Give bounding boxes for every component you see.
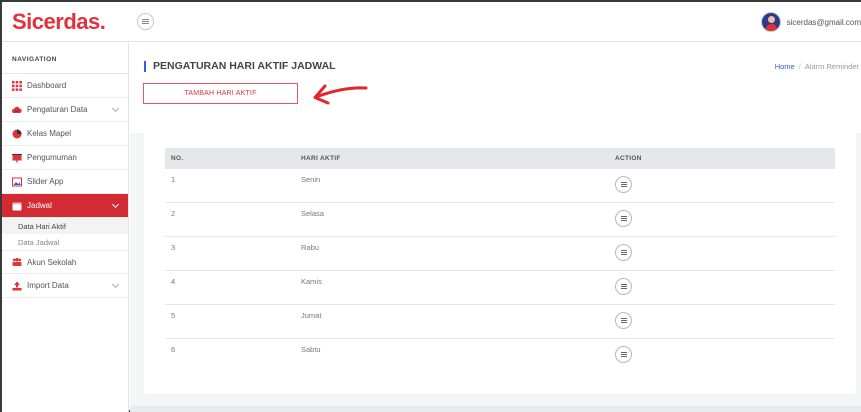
presentation-icon: [12, 153, 22, 162]
sidebar-item-label: Akun Sekolah: [27, 257, 77, 267]
row-action-button[interactable]: [615, 312, 632, 329]
sidebar-item-label: Pengumuman: [27, 153, 77, 162]
table-header: NO. HARI AKTIF ACTION: [165, 148, 835, 169]
sidebar-item-pengaturan-data[interactable]: Pengaturan Data: [2, 98, 128, 122]
calendar-icon: [12, 202, 22, 210]
breadcrumb: Home / Alarm Reminder: [775, 62, 859, 71]
menu-icon: [620, 184, 627, 185]
cell-day: Selasa: [301, 209, 324, 218]
pie-chart-icon: [12, 129, 22, 138]
header-hari-aktif: HARI AKTIF: [301, 155, 341, 162]
cell-no: 5: [171, 311, 176, 320]
sidebar-item-label: Jadwal: [27, 201, 52, 210]
cell-day: Senin: [301, 175, 321, 184]
sidebar-item-import-data[interactable]: Import Data: [2, 274, 128, 298]
top-bar: Sicerdas. sicerdas@gmail.com: [2, 2, 861, 42]
avatar: [760, 12, 781, 32]
row-action-button[interactable]: [615, 346, 632, 363]
row-action-button[interactable]: [615, 176, 632, 193]
row-action-button[interactable]: [615, 278, 632, 295]
sidebar-item-label: Slider App: [27, 177, 64, 186]
breadcrumb-home-link[interactable]: Home: [775, 62, 795, 71]
hamburger-icon: [142, 21, 149, 22]
table-card: NO. HARI AKTIF ACTION 1 Senin 2 Selasa 3…: [144, 126, 856, 394]
table-row: 5 Jumat: [165, 305, 835, 339]
brand-logo[interactable]: Sicerdas.: [12, 9, 106, 35]
page-title: PENGATURAN HARI AKTIF JADWAL: [144, 61, 336, 72]
annotation-arrow-icon: [313, 84, 368, 105]
menu-icon: [620, 218, 627, 219]
table-row: 2 Selasa: [165, 203, 835, 237]
row-action-button[interactable]: [615, 210, 632, 227]
sidebar-subitem-data-hari-aktif[interactable]: Data Hari Aktif: [2, 218, 128, 234]
user-email: sicerdas@gmail.com: [786, 17, 861, 27]
chevron-down-icon: [111, 104, 120, 113]
sidebar-item-akun-sekolah[interactable]: Akun Sekolah: [2, 250, 128, 274]
main-content: PENGATURAN HARI AKTIF JADWAL Home / Alarm …: [130, 43, 861, 412]
cell-no: 1: [171, 175, 176, 184]
cell-no: 2: [171, 209, 176, 218]
grid-icon: [12, 80, 22, 91]
sidebar-subitem-data-jadwal[interactable]: Data Jadwal: [2, 234, 128, 250]
cell-no: 4: [171, 277, 176, 286]
cell-day: Kamis: [301, 277, 322, 286]
sidebar-item-label: Import Data: [27, 281, 69, 290]
chevron-down-icon: [111, 280, 120, 289]
menu-icon: [620, 354, 627, 355]
table-row: 4 Kamis: [165, 271, 835, 305]
cell-no: 6: [171, 345, 176, 354]
footer: [130, 406, 861, 412]
add-active-day-button[interactable]: TAMBAH HARI AKTIF: [143, 83, 298, 104]
user-menu[interactable]: sicerdas@gmail.com: [760, 12, 861, 32]
sidebar-item-label: Pengaturan Data: [27, 105, 88, 114]
table-row: 3 Rabu: [165, 237, 835, 271]
active-days-table: NO. HARI AKTIF ACTION 1 Senin 2 Selasa 3…: [165, 148, 835, 373]
page-header: PENGATURAN HARI AKTIF JADWAL Home / Alarm …: [130, 43, 861, 133]
sidebar-item-dashboard[interactable]: Dashboard: [2, 74, 128, 98]
sidebar: NAVIGATION Dashboard Pengaturan Data Kel…: [2, 43, 129, 412]
menu-icon: [620, 286, 627, 287]
image-icon: [12, 177, 22, 186]
menu-icon: [620, 320, 627, 321]
sidebar-item-jadwal[interactable]: Jadwal: [2, 194, 128, 218]
table-row: 6 Sabtu: [165, 339, 835, 373]
cell-no: 3: [171, 243, 176, 252]
header-action: ACTION: [615, 155, 642, 162]
cell-day: Jumat: [301, 311, 322, 320]
cell-day: Rabu: [301, 243, 319, 252]
cloud-icon: [12, 106, 22, 113]
sidebar-item-label: Dashboard: [27, 81, 67, 90]
nav-title: NAVIGATION: [2, 43, 128, 74]
upload-icon: [12, 281, 22, 290]
sidebar-item-slider-app[interactable]: Slider App: [2, 170, 128, 194]
menu-icon: [620, 252, 627, 253]
cell-day: Sabtu: [301, 345, 321, 354]
sidebar-item-kelas-mapel[interactable]: Kelas Mapel: [2, 122, 128, 146]
table-row: 1 Senin: [165, 169, 835, 203]
breadcrumb-separator: /: [798, 62, 801, 71]
breadcrumb-current: Alarm Reminder: [804, 62, 859, 71]
row-action-button[interactable]: [615, 244, 632, 261]
sidebar-item-pengumuman[interactable]: Pengumuman: [2, 146, 128, 170]
chevron-down-icon: [111, 200, 120, 209]
sidebar-item-label: Kelas Mapel: [27, 129, 72, 138]
header-no: NO.: [171, 155, 184, 162]
users-icon: [12, 258, 22, 266]
menu-toggle-button[interactable]: [137, 13, 154, 30]
